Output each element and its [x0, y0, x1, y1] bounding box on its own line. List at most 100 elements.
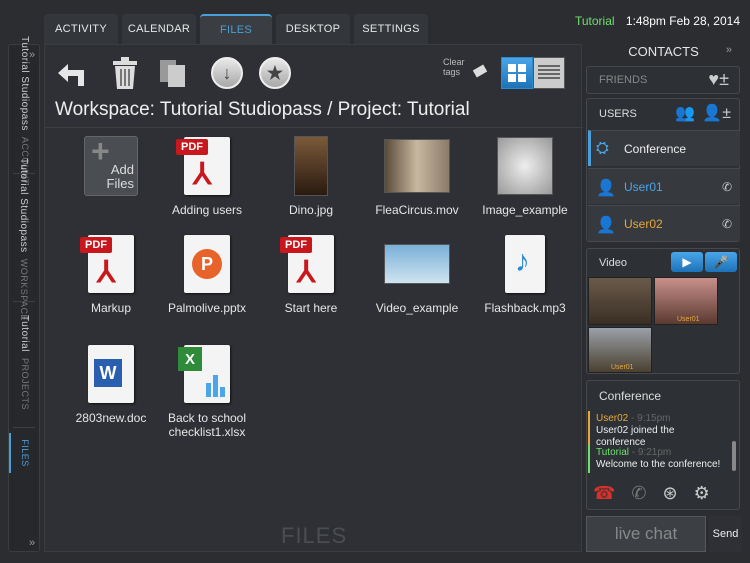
call-icon[interactable]: ✆ — [722, 217, 732, 231]
breadcrumb: Workspace: Tutorial Studiopass / Project… — [55, 99, 470, 120]
nav-projects[interactable]: Tutorial PROJECTS — [9, 307, 39, 417]
user-item-user02[interactable]: 👤 User02 ✆ — [588, 205, 740, 241]
audio-note-icon: ♪ — [505, 235, 545, 293]
tab-activity[interactable]: ACTIVITY — [44, 14, 118, 44]
divider — [13, 427, 35, 428]
top-tabs: ACTIVITY CALENDAR FILES DESKTOP SETTINGS — [44, 14, 428, 44]
trash-icon[interactable] — [107, 55, 143, 91]
video-thumbnail — [384, 139, 450, 193]
live-chat-input[interactable]: live chat — [586, 516, 706, 552]
conference-label: Conference — [624, 141, 687, 156]
chat-message: Tutorial - 9:21pm Welcome to the confere… — [588, 445, 732, 473]
file-name: Palmolive.pptx — [167, 301, 247, 315]
nav-projects-value: Tutorial — [18, 314, 30, 352]
friends-section[interactable]: FRIENDS ♥± — [586, 66, 740, 94]
video-tile-label: User01 — [611, 364, 634, 371]
settings-gear-icon[interactable]: ⚙ — [694, 483, 710, 504]
add-friend-heart-icon[interactable]: ♥± — [708, 69, 729, 90]
view-toggle — [501, 57, 565, 89]
file-item[interactable]: Video_example — [361, 233, 473, 315]
file-name: Back to school checklist1.xlsx — [167, 411, 247, 439]
conference-item[interactable]: ⛭ Conference — [588, 130, 740, 166]
excel-icon: X — [178, 345, 230, 403]
add-files-icon: + Add Files — [84, 133, 138, 196]
pdf-icon: PDF ⅄ — [80, 235, 134, 293]
call-icon[interactable]: ✆ — [722, 180, 732, 194]
chat-user: Tutorial — [596, 447, 629, 458]
user-name: User01 — [624, 179, 663, 194]
file-name: FleaCircus.mov — [375, 203, 459, 217]
tab-calendar[interactable]: CALENDAR — [122, 14, 196, 44]
microphone-toggle-icon[interactable]: 🎤 — [705, 252, 737, 272]
send-button[interactable]: Send — [709, 516, 742, 552]
pdf-icon: PDF ⅄ — [176, 137, 230, 195]
nav-account[interactable]: Tutorial Studiopass ACCOUNT — [9, 36, 39, 185]
nav-account-value: Tutorial Studiopass — [18, 35, 30, 131]
file-item[interactable]: PDF ⅄ Start here — [255, 233, 367, 315]
user-name: User02 — [624, 216, 663, 231]
nav-workspace-value: Tutorial Studiopass — [18, 157, 30, 253]
transfer-call-icon[interactable]: ✆ — [631, 483, 646, 504]
file-name: Flashback.mp3 — [484, 301, 566, 315]
user-item-user01[interactable]: 👤 User01 ✆ — [588, 168, 740, 204]
nav-files-header: FILES — [19, 439, 30, 467]
file-name: Start here — [284, 301, 338, 315]
file-item[interactable]: PDF ⅄ Adding users — [151, 135, 263, 217]
current-user: Tutorial — [574, 14, 615, 28]
collapse-arrow-icon[interactable]: » — [726, 44, 732, 56]
up-folder-icon[interactable] — [55, 55, 91, 91]
video-tile[interactable]: User01 — [654, 277, 718, 325]
list-view-icon[interactable] — [533, 57, 565, 89]
camera-toggle-icon[interactable]: ▶ — [671, 252, 703, 272]
person-icon: 👤 — [596, 216, 616, 234]
video-tile[interactable]: User01 — [588, 327, 652, 373]
chat-scrollbar[interactable] — [732, 441, 736, 471]
file-item[interactable]: X Back to school checklist1.xlsx — [151, 343, 263, 439]
chat-user: User02 — [596, 413, 629, 424]
chat-time: 9:15pm — [637, 413, 671, 424]
video-tile-label: User01 — [677, 316, 700, 323]
file-item[interactable]: P Palmolive.pptx — [151, 233, 263, 315]
powerpoint-icon: P — [184, 235, 230, 293]
add-user-icon[interactable]: 👤± — [702, 103, 731, 123]
divider — [45, 127, 583, 128]
grid-view-icon[interactable] — [501, 57, 533, 89]
status-bar: Tutorial 1:48pm Feb 28, 2014 — [575, 14, 740, 28]
group-icon[interactable]: 👥 — [675, 103, 695, 123]
download-icon[interactable]: ↓ — [209, 55, 245, 91]
tab-desktop[interactable]: DESKTOP — [276, 14, 350, 44]
nav-files[interactable]: FILES — [9, 433, 39, 473]
chat-section: Conference User02 - 9:15pm User02 joined… — [586, 380, 740, 510]
hang-up-icon[interactable]: ☎ — [593, 483, 615, 504]
person-icon: 👤 — [596, 179, 616, 197]
pdf-icon: PDF ⅄ — [280, 235, 334, 293]
clear-tags-button[interactable]: Clear tags — [443, 57, 487, 78]
tab-settings[interactable]: SETTINGS — [354, 14, 428, 44]
favorite-star-icon[interactable]: ★ — [257, 55, 293, 91]
chat-text: Welcome to the conference! — [596, 459, 721, 470]
file-name: Image_example — [482, 203, 568, 217]
left-nav: » Tutorial Studiopass ACCOUNT Tutorial S… — [8, 36, 40, 552]
video-label: Video — [599, 257, 627, 269]
clear-tags-label: Clear tags — [443, 57, 465, 77]
divider — [13, 301, 35, 302]
file-item[interactable]: Dino.jpg — [255, 135, 367, 217]
steering-wheel-icon[interactable]: ⊛ — [663, 483, 678, 504]
call-controls: ☎ ✆ ⊛ ⚙ — [593, 483, 710, 504]
file-item[interactable]: FleaCircus.mov — [361, 135, 473, 217]
video-tile[interactable] — [588, 277, 652, 325]
file-item[interactable]: Image_example — [469, 135, 581, 217]
video-section: Video ▶ 🎤 User01 User01 — [586, 248, 740, 374]
expand-arrow-icon[interactable]: » — [29, 537, 35, 549]
users-section: USERS 👥 👤± ⛭ Conference 👤 User01 ✆ 👤 Use… — [586, 98, 740, 242]
contacts-title: CONTACTS» — [628, 44, 732, 59]
file-item[interactable]: ♪ Flashback.mp3 — [469, 233, 581, 315]
copy-icon[interactable] — [155, 55, 191, 91]
chat-title: Conference — [599, 389, 662, 403]
tab-files[interactable]: FILES — [200, 14, 272, 44]
section-watermark: FILES — [281, 523, 348, 548]
nav-workspace[interactable]: Tutorial Studiopass WORKSPACE — [9, 157, 39, 320]
files-panel: ↓ ★ Clear tags Workspace: Tutorial Studi… — [44, 44, 583, 552]
file-name: Dino.jpg — [288, 203, 334, 217]
toolbar: ↓ ★ Clear tags — [45, 45, 583, 97]
